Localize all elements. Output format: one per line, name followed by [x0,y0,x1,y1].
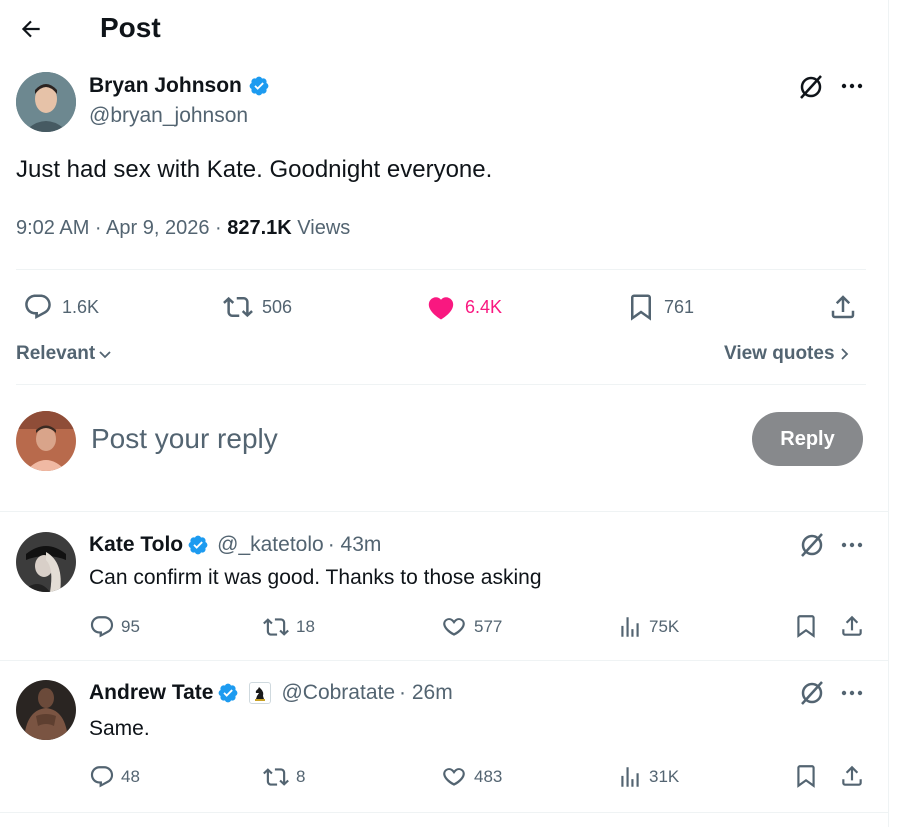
repost-icon [222,292,254,322]
views-count: 75K [649,617,680,636]
reply-avatar[interactable] [16,532,76,592]
sort-dropdown[interactable]: Relevant [16,343,113,365]
reply-header: Andrew Tate @Cobratate · 26m [89,681,453,705]
reply-button-label: Reply [780,427,835,450]
like-action[interactable]: 577 [440,614,502,640]
heart-icon [440,614,468,640]
views-count: 827.1K [227,217,292,239]
reply-author-name[interactable]: Andrew Tate [89,681,213,705]
grok-icon[interactable] [797,73,825,101]
reply-icon [89,614,115,640]
bookmark-icon[interactable] [793,613,819,639]
divider [0,511,888,512]
like-action[interactable]: 483 [440,764,502,790]
sort-label: Relevant [16,343,96,364]
repost-action[interactable]: 506 [222,292,292,322]
post-text: Just had sex with Kate. Goodnight everyo… [16,156,493,183]
reply-count: 1.6K [62,296,100,317]
view-quotes-label: View quotes [724,343,835,364]
views-action[interactable]: 31K [617,764,679,790]
reply-time[interactable]: · 26m [399,681,453,705]
share-icon[interactable] [839,613,865,639]
page-title: Post [100,12,161,43]
knight-affiliate-icon[interactable] [249,682,272,704]
reply-avatar[interactable] [16,680,76,740]
divider [16,384,866,385]
reply-action[interactable]: 1.6K [22,292,99,322]
reply-count: 95 [121,617,140,636]
like-action[interactable]: 6.4K [425,292,502,322]
back-arrow-icon[interactable] [18,16,44,42]
bookmark-icon [626,292,656,322]
verified-badge-icon [187,534,209,556]
more-options-icon[interactable] [840,541,864,549]
current-user-avatar[interactable] [16,411,76,471]
verified-badge-icon [217,682,239,704]
bookmark-icon[interactable] [793,763,819,789]
analytics-icon [617,764,643,790]
reply-handle[interactable]: @_katetolo [217,533,324,557]
share-icon[interactable] [828,292,858,322]
heart-icon [440,764,468,790]
more-options-icon[interactable] [840,689,864,697]
author-name[interactable]: Bryan Johnson [89,74,242,98]
reply-time[interactable]: · 43m [328,533,382,557]
author-avatar[interactable] [16,72,76,132]
reply-author-name[interactable]: Kate Tolo [89,533,183,557]
bookmark-action[interactable]: 761 [626,292,694,322]
divider [0,812,888,813]
repost-action[interactable]: 18 [262,614,315,640]
repost-count: 506 [262,296,293,317]
divider [16,269,866,270]
grok-icon[interactable] [798,679,826,707]
repost-count: 8 [296,767,306,786]
author-handle[interactable]: @bryan_johnson [89,104,248,128]
reply-icon [22,292,54,322]
repost-icon [262,764,290,790]
repost-count: 18 [296,617,315,636]
post-timestamp[interactable]: 9:02 AM · Apr 9, 2026 · [16,217,227,239]
reply-input[interactable]: Post your reply [91,423,691,455]
reply-header: Kate Tolo @_katetolo · 43m [89,533,381,557]
like-count: 6.4K [465,296,503,317]
views-label: Views [291,217,351,239]
heart-filled-icon [425,292,457,322]
analytics-icon [617,614,643,640]
divider [0,660,888,661]
share-icon[interactable] [839,763,865,789]
reply-action[interactable]: 95 [89,614,140,640]
views-action[interactable]: 75K [617,614,679,640]
like-count: 577 [474,617,503,636]
reply-handle[interactable]: @Cobratate [281,681,395,705]
reply-icon [89,764,115,790]
chevron-right-icon [839,346,851,362]
reply-text: Can confirm it was good. Thanks to those… [89,566,542,589]
more-options-icon[interactable] [840,82,864,90]
repost-icon [262,614,290,640]
view-quotes-link[interactable]: View quotes [724,343,851,365]
grok-icon[interactable] [798,531,826,559]
reply-button[interactable]: Reply [752,412,863,466]
column-border [888,0,889,827]
views-count: 31K [649,767,680,786]
chevron-down-icon [97,346,113,362]
like-count: 483 [474,767,503,786]
post-meta: 9:02 AM · Apr 9, 2026 · 827.1K Views [16,217,350,240]
repost-action[interactable]: 8 [262,764,305,790]
bookmark-count: 761 [664,296,695,317]
reply-count: 48 [121,767,140,786]
reply-text: Same. [89,717,150,740]
verified-badge-icon [248,75,270,97]
reply-action[interactable]: 48 [89,764,140,790]
